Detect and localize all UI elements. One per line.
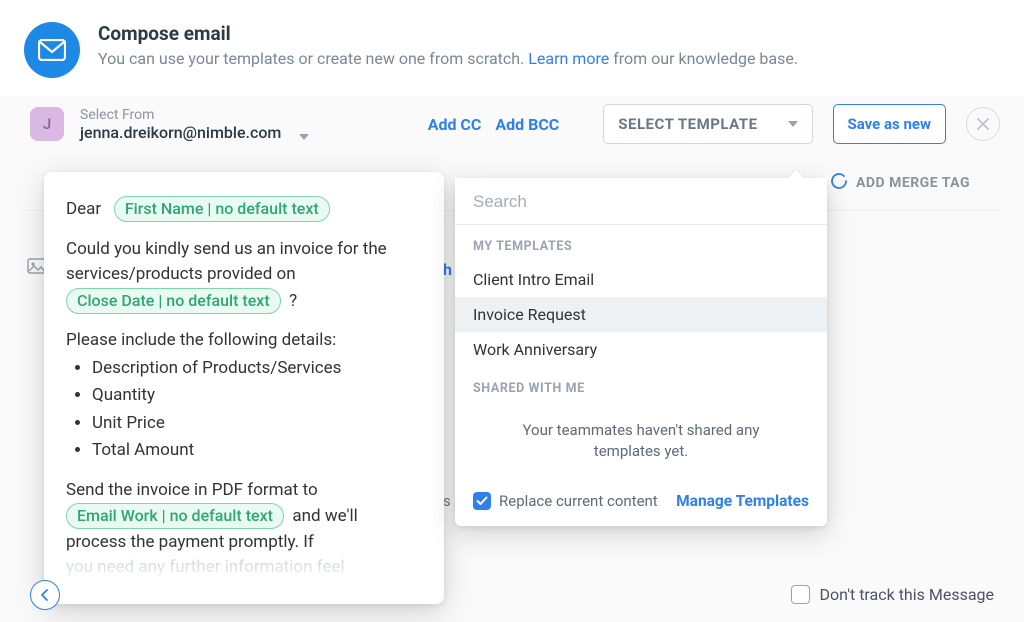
dont-track-option[interactable]: Don't track this Message [791, 585, 994, 604]
template-item[interactable]: Work Anniversary [455, 332, 827, 367]
from-email: jenna.dreikorn@nimble.com [80, 123, 281, 142]
learn-more-link[interactable]: Learn more [528, 49, 609, 68]
checkbox-checked-icon[interactable] [473, 492, 491, 510]
template-item[interactable]: Invoice Request [455, 297, 827, 332]
select-template-button[interactable]: SELECT TEMPLATE [603, 104, 812, 144]
merge-field-close-date[interactable]: Close Date | no default text [66, 288, 281, 314]
list-item: Quantity [92, 383, 422, 409]
manage-templates-link[interactable]: Manage Templates [676, 492, 809, 510]
close-button[interactable] [966, 107, 1000, 141]
template-dropdown-panel: MY TEMPLATES Client Intro Email Invoice … [455, 178, 827, 526]
from-label: Select From [80, 107, 281, 123]
shared-empty-message: Your teammates haven't shared any templa… [455, 404, 827, 482]
add-cc-button[interactable]: Add CC [428, 115, 482, 134]
section-shared-with-me: SHARED WITH ME [455, 367, 827, 404]
from-row: J Select From jenna.dreikorn@nimble.com … [0, 96, 1024, 144]
template-search-input[interactable] [455, 178, 827, 225]
add-bcc-button[interactable]: Add BCC [495, 115, 559, 134]
merge-field-first-name[interactable]: First Name | no default text [114, 196, 330, 222]
compose-header: Compose email You can use your templates… [0, 0, 1024, 96]
email-body-preview: Dear First Name | no default text Could … [44, 172, 444, 604]
section-my-templates: MY TEMPLATES [455, 225, 827, 262]
add-merge-tag-button[interactable]: ADD MERGE TAG [830, 172, 970, 204]
chevron-down-icon [788, 121, 798, 127]
replace-content-option[interactable]: Replace current content [473, 492, 658, 510]
hidden-char: h [443, 260, 452, 279]
template-item[interactable]: Client Intro Email [455, 262, 827, 297]
checkbox-unchecked-icon[interactable] [791, 585, 810, 604]
header-title: Compose email [98, 22, 798, 45]
list-item: Unit Price [92, 411, 422, 437]
details-list: Description of Products/Services Quantit… [92, 356, 422, 464]
avatar: J [30, 107, 64, 141]
from-selector[interactable]: Select From jenna.dreikorn@nimble.com [80, 107, 281, 142]
list-item: Total Amount [92, 438, 422, 464]
mail-icon [24, 22, 80, 78]
pager-prev-button[interactable] [30, 580, 60, 610]
list-item: Description of Products/Services [92, 356, 422, 382]
chevron-down-icon[interactable] [299, 134, 309, 140]
save-as-new-button[interactable]: Save as new [833, 104, 946, 144]
header-subtitle: You can use your templates or create new… [98, 49, 798, 68]
merge-tag-icon [830, 172, 848, 194]
hidden-char: s [443, 492, 451, 510]
merge-field-email-work[interactable]: Email Work | no default text [66, 503, 284, 529]
